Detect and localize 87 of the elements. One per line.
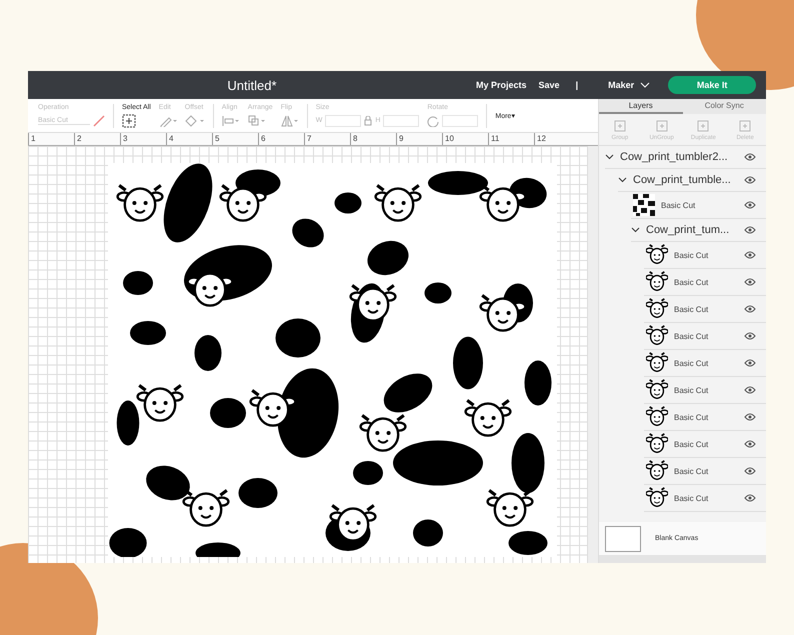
eye-icon[interactable] (744, 305, 756, 313)
cow-face-thumbnail (646, 460, 668, 482)
eye-icon[interactable] (744, 176, 756, 184)
rotate-icon (427, 114, 440, 126)
cow-face-thumbnail (646, 298, 668, 320)
layer-row[interactable]: Cow_print_tumble... (618, 169, 766, 192)
eye-icon[interactable] (744, 413, 756, 421)
eye-icon[interactable] (744, 226, 756, 234)
chevron-icon[interactable] (618, 177, 627, 183)
eye-icon[interactable] (744, 278, 756, 286)
group-name: Cow_print_tumbler2... (620, 151, 729, 163)
size-field[interactable] (383, 114, 420, 126)
layer-row[interactable]: Basic Cut (631, 192, 766, 219)
eye-icon[interactable] (744, 359, 756, 367)
layer-row[interactable]: Basic Cut (644, 377, 766, 404)
ruler-number: 3 (120, 133, 166, 145)
ruler-number: 12 (534, 133, 580, 145)
machine-dropdown[interactable]: Maker (602, 79, 656, 91)
cow-face-thumbnail (646, 352, 668, 374)
panel-tab[interactable]: Color Sync (682, 99, 766, 114)
layer-name: Basic Cut (674, 250, 710, 260)
chevron-icon (640, 82, 650, 88)
ruler-number: 7 (304, 133, 350, 145)
layer-row[interactable]: Basic Cut (644, 458, 766, 485)
ruler-number: 10 (442, 133, 488, 145)
cow-face-thumbnail (646, 379, 668, 401)
ruler-number: 11 (488, 133, 534, 145)
eye-icon[interactable] (744, 153, 756, 161)
select-all-icon[interactable] (122, 114, 136, 128)
cow-face-thumbnail (646, 406, 668, 428)
blank-canvas-swatch[interactable] (605, 526, 641, 552)
size-field[interactable] (325, 114, 362, 126)
eye-icon[interactable] (744, 201, 756, 209)
eye-icon[interactable] (744, 440, 756, 448)
header-link[interactable]: My Projects (476, 80, 527, 90)
layer-row[interactable]: Basic Cut (644, 242, 766, 269)
action-icon (696, 118, 710, 132)
window-title: Untitled* (226, 78, 278, 92)
layer-row[interactable]: Basic Cut (644, 296, 766, 323)
layer-row[interactable]: Basic Cut (644, 431, 766, 458)
layer-name: Basic Cut (674, 412, 710, 422)
scrollbar[interactable] (587, 146, 598, 563)
layer-name: Basic Cut (674, 466, 710, 476)
layer-row[interactable]: Basic Cut (644, 404, 766, 431)
ruler-number: 2 (74, 133, 120, 145)
layer-row[interactable]: Basic Cut (644, 485, 766, 512)
layer-name: Basic Cut (674, 386, 710, 394)
ruler-number: 1 (28, 133, 74, 145)
layer-row[interactable]: Basic Cut (644, 269, 766, 296)
eye-icon[interactable] (744, 494, 756, 502)
ruler-number: 9 (396, 133, 442, 145)
layer-row[interactable]: Basic Cut (644, 323, 766, 350)
layer-name: Basic Cut (674, 440, 710, 448)
header-link[interactable]: Save (538, 80, 560, 90)
layer-row[interactable]: Cow_print_tum... (631, 219, 766, 242)
ruler-number: 4 (166, 133, 212, 145)
layer-row[interactable]: Basic Cut (644, 350, 766, 377)
cow-face-thumbnail (646, 271, 668, 293)
cow-face-thumbnail (646, 325, 668, 347)
layer-name: Basic Cut (661, 200, 696, 210)
layer-name: Basic Cut (674, 332, 710, 340)
group-name: Cow_print_tum... (646, 224, 730, 236)
ruler-number: 6 (258, 133, 304, 145)
layer-name: Basic Cut (674, 304, 710, 314)
chevron-icon[interactable] (631, 227, 640, 233)
cow-face-thumbnail (646, 244, 668, 266)
eye-icon[interactable] (744, 332, 756, 340)
action-icon (738, 118, 752, 132)
separator: | (576, 80, 578, 90)
rotate-field[interactable] (442, 114, 478, 126)
action-icon (612, 118, 627, 132)
group-name: Cow_print_tumble... (633, 174, 732, 186)
eye-icon[interactable] (744, 467, 756, 475)
cow-face-thumbnail (646, 487, 668, 509)
chevron-icon[interactable] (605, 154, 614, 160)
layer-row[interactable]: Cow_print_tumbler2... (605, 146, 766, 169)
ruler-number: 8 (350, 133, 396, 145)
layer-name: Basic Cut (674, 358, 710, 368)
cow-face-thumbnail (646, 433, 668, 455)
eye-icon[interactable] (744, 386, 756, 394)
pattern-thumbnail (633, 194, 655, 216)
layer-name: Basic Cut (674, 278, 710, 286)
action-icon (654, 118, 669, 132)
panel-tab[interactable]: Layers (599, 99, 682, 114)
eye-icon[interactable] (744, 251, 756, 259)
ruler-number: 5 (212, 133, 258, 145)
layer-name: Basic Cut (674, 494, 710, 502)
